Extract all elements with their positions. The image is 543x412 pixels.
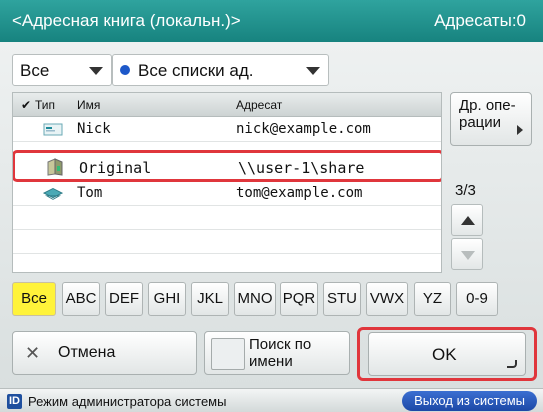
letter-filter-bar: Все ABC DEF GHI JKL MNO PQR STU VWX YZ 0… [12,282,532,316]
column-address[interactable]: Адресат [236,98,282,112]
enter-icon [507,360,517,368]
list-item-empty [13,206,441,230]
chevron-down-icon [306,67,320,75]
letter-filter-stu[interactable]: STU [323,282,361,316]
list-item-address: tom@example.com [236,185,363,201]
list-item[interactable]: Tom tom@example.com [13,182,441,206]
letter-filter-def[interactable]: DEF [105,282,143,316]
other-operations-button[interactable]: Др. опе-рации [450,92,532,146]
arrow-up-icon [461,216,475,225]
window-title: <Адресная книга (локальн.)> [12,11,241,30]
address-list-value: Все списки ад. [120,61,253,81]
ok-highlight: OK [357,327,537,381]
list-item[interactable]: Nick nick@example.com [13,118,441,142]
list-item-selected[interactable]: Original \\user-1\share [13,150,441,182]
column-type[interactable]: Тип [35,98,55,112]
cancel-label: Отмена [58,344,116,361]
page-indicator: 3/3 [455,182,476,199]
close-icon: ✕ [25,343,41,363]
search-toggle-box [211,338,245,370]
letter-filter-ghi[interactable]: GHI [148,282,186,316]
ok-label: OK [432,345,457,364]
admin-id-icon: ID [7,394,22,409]
list-item-name: Tom [77,185,103,201]
column-name[interactable]: Имя [77,98,100,112]
letter-filter-pqr[interactable]: PQR [280,282,318,316]
other-operations-label: Др. опе-рации [459,97,516,131]
letter-filter-all[interactable]: Все [12,282,56,316]
address-list: ✔ Тип Имя Адресат Nick nick@example.com … [12,92,442,273]
letter-filter-digits[interactable]: 0-9 [456,282,498,316]
list-item-name: Original [79,159,152,177]
address-list-dropdown[interactable]: Все списки ад. [112,54,329,86]
list-item-address: nick@example.com [236,121,371,137]
recipient-count: Адресаты:0 [434,11,526,30]
chevron-down-icon [89,67,103,75]
check-icon: ✔ [21,98,32,112]
ok-button[interactable]: OK [368,332,526,376]
type-filter-dropdown[interactable]: Все [12,54,112,86]
list-item-empty [13,230,441,254]
title-bar: <Адресная книга (локальн.)> Адресаты:0 [0,0,543,42]
blue-dot-icon [120,65,130,75]
cancel-button[interactable]: ✕ Отмена [12,331,197,375]
email-icon [43,123,63,136]
scroll-up-button[interactable] [451,204,483,236]
letter-filter-mno[interactable]: MNO [234,282,276,316]
search-by-name-label: Поиск по имени [249,336,312,370]
letter-filter-vwx[interactable]: VWX [366,282,408,316]
arrow-down-icon [461,251,475,260]
logout-button[interactable]: Выход из системы [402,391,537,411]
type-filter-value: Все [20,61,50,80]
scroll-down-button[interactable] [451,238,483,270]
chevron-right-icon [517,125,523,135]
address-book-panel: Все Все списки ад. ✔ Тип Имя Адресат Nic… [0,42,543,388]
letter-filter-yz[interactable]: YZ [414,282,451,316]
admin-mode-text: Режим администратора системы [28,394,227,409]
letter-filter-abc[interactable]: ABC [62,282,100,316]
group-icon [43,187,63,200]
status-bar: ID Режим администратора системы Выход из… [0,388,543,412]
list-item-name: Nick [77,121,111,137]
file-server-icon [47,158,63,176]
list-header: ✔ Тип Имя Адресат [13,93,441,117]
list-item-address: \\user-1\share [238,159,365,177]
search-by-name-button[interactable]: Поиск по имени [204,331,350,375]
letter-filter-jkl[interactable]: JKL [191,282,229,316]
